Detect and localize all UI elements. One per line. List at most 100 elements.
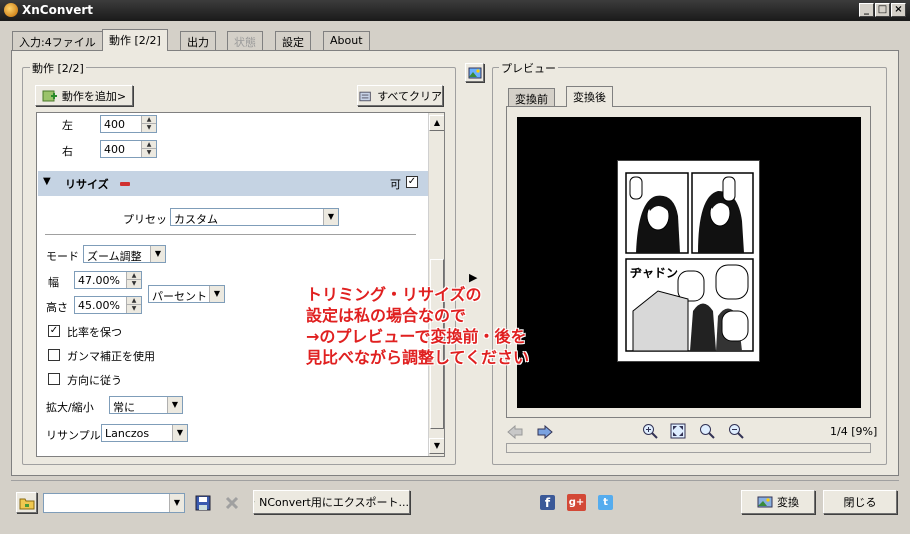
spin-down-icon[interactable]: ▼: [127, 305, 141, 313]
close-button[interactable]: 閉じる: [823, 490, 897, 514]
open-folder-button[interactable]: [16, 492, 37, 513]
resize-title: リサイズ: [65, 178, 109, 191]
tab-preview-after[interactable]: 変換後: [566, 86, 613, 107]
crop-left-label: 左: [62, 119, 73, 132]
title-bar: XnConvert _ □ ×: [0, 0, 910, 21]
orientation-checkbox[interactable]: [48, 373, 60, 385]
prev-image-icon[interactable]: [507, 425, 523, 439]
app-icon: [4, 3, 18, 17]
export-icon: [254, 501, 255, 503]
tab-preview-before[interactable]: 変換前: [508, 88, 555, 106]
remove-action-icon[interactable]: [120, 182, 130, 186]
unit-select[interactable]: パーセント ▼: [148, 285, 225, 303]
output-path-select[interactable]: ▼: [43, 493, 185, 513]
folder-icon: [19, 498, 34, 509]
resample-label: リサンプル: [46, 429, 101, 442]
add-action-button[interactable]: 動作を追加>: [35, 85, 133, 106]
crop-left-spinbox[interactable]: 400 ▲ ▼: [100, 115, 157, 133]
preset-select[interactable]: カスタム ▼: [170, 208, 339, 226]
zoom-in-icon[interactable]: [642, 423, 658, 439]
tab-input[interactable]: 入力:4ファイル: [12, 31, 103, 50]
resample-value: Lanczos: [105, 427, 150, 440]
close-window-button[interactable]: ×: [891, 3, 906, 17]
annotation-line-4: 見比べながら調整してください: [306, 348, 530, 367]
tab-status[interactable]: 状態: [227, 31, 263, 50]
fit-to-window-icon[interactable]: [670, 423, 686, 439]
google-plus-icon[interactable]: g+: [567, 494, 586, 511]
scroll-down-icon[interactable]: ▼: [429, 438, 444, 454]
tab-actions[interactable]: 動作 [2/2]: [102, 29, 168, 51]
scroll-up-icon[interactable]: ▲: [429, 115, 444, 131]
image-icon: [468, 67, 481, 78]
width-label: 幅: [48, 276, 59, 289]
close-label: 閉じる: [843, 496, 877, 509]
next-image-icon[interactable]: [537, 425, 553, 439]
chevron-down-icon: ▼: [150, 246, 165, 262]
crop-right-value: 400: [104, 143, 125, 156]
preview-progress: [506, 443, 871, 453]
mode-label: モード: [46, 250, 79, 263]
actions-group-label: 動作 [2/2]: [30, 60, 86, 76]
crop-right-spinbox[interactable]: 400 ▲ ▼: [100, 140, 157, 158]
preview-group-label: プレビュー: [499, 60, 558, 76]
spin-down-icon[interactable]: ▼: [142, 149, 156, 157]
delete-icon[interactable]: [225, 496, 239, 510]
page-counter: 1/4 [9%]: [830, 425, 878, 438]
height-label: 高さ: [46, 301, 68, 314]
tab-output[interactable]: 出力: [180, 31, 216, 50]
annotation-line-1: トリミング・リサイズの: [306, 285, 482, 304]
add-action-icon: [42, 90, 57, 101]
width-value: 47.00%: [78, 274, 120, 287]
resample-select[interactable]: Lanczos ▼: [101, 424, 188, 442]
spin-up-icon[interactable]: ▲: [127, 272, 141, 280]
mode-value: ズーム調整: [87, 250, 142, 263]
window-title: XnConvert: [22, 3, 94, 17]
maximize-button[interactable]: □: [875, 3, 890, 17]
collapse-arrow-icon[interactable]: ▼: [43, 176, 51, 187]
zoom-out-icon[interactable]: [728, 423, 744, 439]
width-spinbox[interactable]: 47.00% ▲ ▼: [74, 271, 142, 289]
gamma-label: ガンマ補正を使用: [67, 350, 155, 363]
convert-button[interactable]: 変換: [741, 490, 815, 514]
splitter-arrow-icon[interactable]: ▶: [469, 271, 477, 284]
crop-right-label: 右: [62, 145, 73, 158]
tab-settings[interactable]: 設定: [275, 31, 311, 50]
spin-down-icon[interactable]: ▼: [142, 124, 156, 132]
annotation-text: トリミング・リサイズの 設定は私の場合なので →のプレビューで変換前・後を 見比…: [306, 284, 529, 368]
manga-sfx-text: ヂャドン: [630, 266, 678, 280]
clear-all-button[interactable]: すべてクリア: [357, 85, 443, 106]
preview-toggle-button[interactable]: [465, 63, 484, 82]
resize-section-header[interactable]: ▼ リサイズ 可 ✓: [38, 171, 428, 196]
enabled-checkbox[interactable]: ✓: [406, 176, 418, 188]
spin-up-icon[interactable]: ▲: [142, 116, 156, 124]
nconvert-export-button[interactable]: NConvert用にエクスポート...: [253, 490, 410, 514]
facebook-icon[interactable]: f: [540, 495, 555, 510]
crop-left-value: 400: [104, 118, 125, 131]
chevron-down-icon: ▼: [172, 425, 187, 441]
gamma-checkbox[interactable]: [48, 349, 60, 361]
tab-about[interactable]: About: [323, 31, 370, 50]
scale-select[interactable]: 常に ▼: [109, 396, 183, 414]
save-icon[interactable]: [195, 495, 211, 511]
nconvert-export-label: NConvert用にエクスポート...: [259, 496, 409, 509]
mode-select[interactable]: ズーム調整 ▼: [83, 245, 166, 263]
scale-value: 常に: [113, 401, 135, 414]
annotation-line-2: 設定は私の場合なので: [306, 306, 467, 325]
keep-ratio-checkbox[interactable]: ✓: [48, 325, 60, 337]
chevron-down-icon: ▼: [169, 494, 184, 512]
height-spinbox[interactable]: 45.00% ▲ ▼: [74, 296, 142, 314]
divider: [45, 234, 416, 235]
twitter-icon[interactable]: t: [598, 495, 613, 510]
spin-up-icon[interactable]: ▲: [127, 297, 141, 305]
spin-down-icon[interactable]: ▼: [127, 280, 141, 288]
orientation-label: 方向に従う: [67, 374, 122, 387]
preset-value: カスタム: [174, 213, 218, 226]
spin-up-icon[interactable]: ▲: [142, 141, 156, 149]
annotation-line-3: →のプレビューで変換前・後を: [306, 327, 527, 346]
chevron-down-icon: ▼: [167, 397, 182, 413]
enabled-label: 可: [390, 178, 401, 191]
zoom-actual-icon[interactable]: [699, 423, 715, 439]
minimize-button[interactable]: _: [859, 3, 874, 17]
height-value: 45.00%: [78, 299, 120, 312]
scale-label: 拡大/縮小: [46, 401, 94, 414]
